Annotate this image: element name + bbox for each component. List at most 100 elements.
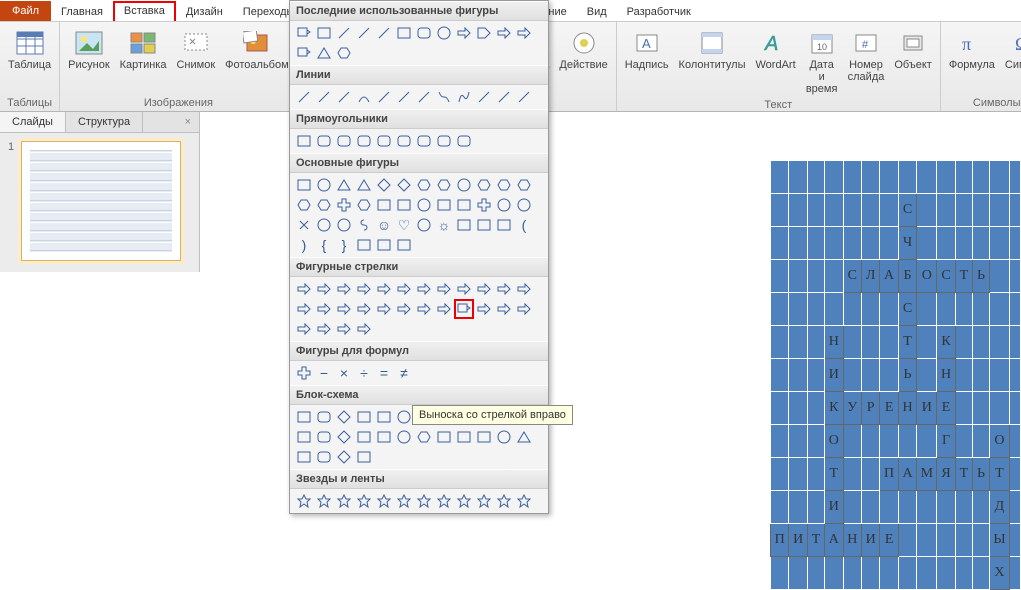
shape-item[interactable] bbox=[334, 299, 354, 319]
shape-item[interactable] bbox=[394, 491, 414, 511]
pane-close[interactable]: × bbox=[177, 112, 199, 132]
shape-item[interactable] bbox=[374, 131, 394, 151]
shape-item[interactable] bbox=[354, 131, 374, 151]
shape-item[interactable] bbox=[414, 215, 434, 235]
shape-item[interactable] bbox=[434, 427, 454, 447]
shape-item[interactable] bbox=[494, 195, 514, 215]
shape-item[interactable] bbox=[294, 195, 314, 215]
shape-item[interactable] bbox=[514, 427, 534, 447]
shape-item[interactable]: = bbox=[374, 363, 394, 383]
shape-item[interactable] bbox=[454, 215, 474, 235]
shape-item[interactable]: ☼ bbox=[434, 215, 454, 235]
shape-item[interactable] bbox=[294, 279, 314, 299]
btn-action[interactable]: Действие bbox=[555, 24, 611, 86]
shape-item[interactable] bbox=[414, 131, 434, 151]
shape-item[interactable] bbox=[414, 279, 434, 299]
pane-tab-outline[interactable]: Структура bbox=[66, 112, 143, 132]
shape-item[interactable] bbox=[474, 87, 494, 107]
shape-item[interactable] bbox=[514, 175, 534, 195]
shape-item[interactable] bbox=[454, 491, 474, 511]
btn-wordart[interactable]: AWordArt bbox=[752, 24, 800, 86]
shape-item[interactable] bbox=[374, 195, 394, 215]
shape-item[interactable] bbox=[374, 299, 394, 319]
shape-item[interactable] bbox=[454, 87, 474, 107]
shape-item[interactable] bbox=[454, 195, 474, 215]
shape-item[interactable] bbox=[474, 215, 494, 235]
shape-item[interactable] bbox=[294, 215, 314, 235]
shape-item[interactable] bbox=[294, 319, 314, 339]
btn-equation[interactable]: πФормула bbox=[945, 24, 999, 86]
btn-screenshot[interactable]: Снимок bbox=[172, 24, 219, 86]
shape-item[interactable] bbox=[294, 175, 314, 195]
shape-item[interactable] bbox=[314, 447, 334, 467]
shape-item[interactable] bbox=[394, 427, 414, 447]
tab-file[interactable]: Файл bbox=[0, 1, 51, 21]
shape-item[interactable] bbox=[354, 279, 374, 299]
shape-item[interactable] bbox=[454, 299, 474, 319]
shape-item[interactable] bbox=[334, 279, 354, 299]
shape-item[interactable] bbox=[374, 235, 394, 255]
shape-item[interactable] bbox=[494, 279, 514, 299]
shape-item[interactable] bbox=[294, 491, 314, 511]
shape-item[interactable] bbox=[374, 407, 394, 427]
shape-item[interactable] bbox=[514, 279, 534, 299]
shape-item[interactable] bbox=[374, 23, 394, 43]
shape-item[interactable] bbox=[334, 215, 354, 235]
shape-item[interactable] bbox=[314, 299, 334, 319]
shape-item[interactable] bbox=[474, 195, 494, 215]
shape-item[interactable]: ÷ bbox=[354, 363, 374, 383]
shape-item[interactable] bbox=[314, 215, 334, 235]
shape-item[interactable] bbox=[354, 407, 374, 427]
btn-slidenum[interactable]: #Номер слайда bbox=[844, 24, 889, 86]
shape-item[interactable]: } bbox=[334, 235, 354, 255]
shape-item[interactable] bbox=[294, 363, 314, 383]
shape-item[interactable] bbox=[374, 427, 394, 447]
shape-item[interactable] bbox=[334, 407, 354, 427]
shape-item[interactable] bbox=[334, 491, 354, 511]
shape-item[interactable] bbox=[394, 23, 414, 43]
shape-item[interactable] bbox=[334, 447, 354, 467]
shape-item[interactable] bbox=[334, 87, 354, 107]
tab-home[interactable]: Главная bbox=[51, 3, 113, 21]
shape-item[interactable] bbox=[494, 175, 514, 195]
shape-item[interactable] bbox=[514, 195, 534, 215]
shape-item[interactable] bbox=[434, 195, 454, 215]
shape-item[interactable] bbox=[354, 235, 374, 255]
shape-item[interactable]: ≠ bbox=[394, 363, 414, 383]
shape-item[interactable] bbox=[474, 175, 494, 195]
shape-item[interactable] bbox=[394, 175, 414, 195]
tab-view[interactable]: Вид bbox=[577, 3, 617, 21]
shape-item[interactable] bbox=[314, 319, 334, 339]
shape-item[interactable]: ( bbox=[514, 215, 534, 235]
shape-item[interactable] bbox=[334, 175, 354, 195]
shape-item[interactable]: { bbox=[314, 235, 334, 255]
shape-item[interactable] bbox=[354, 23, 374, 43]
shape-item[interactable] bbox=[494, 427, 514, 447]
shape-item[interactable] bbox=[454, 131, 474, 151]
shape-item[interactable] bbox=[454, 175, 474, 195]
shape-item[interactable] bbox=[394, 299, 414, 319]
slide-thumbnail-1[interactable] bbox=[21, 141, 181, 261]
btn-textbox[interactable]: AНадпись bbox=[621, 24, 673, 86]
btn-album[interactable]: Фотоальбом bbox=[221, 24, 293, 86]
shape-item[interactable] bbox=[494, 215, 514, 235]
shape-item[interactable] bbox=[354, 447, 374, 467]
shape-item[interactable] bbox=[394, 87, 414, 107]
pane-tab-slides[interactable]: Слайды bbox=[0, 112, 66, 132]
shape-item[interactable] bbox=[514, 491, 534, 511]
btn-table[interactable]: Таблица bbox=[4, 24, 55, 86]
shape-item[interactable] bbox=[334, 195, 354, 215]
shape-item[interactable] bbox=[474, 427, 494, 447]
shape-item[interactable] bbox=[494, 299, 514, 319]
shape-item[interactable] bbox=[394, 279, 414, 299]
shape-item[interactable] bbox=[394, 195, 414, 215]
shape-item[interactable] bbox=[414, 87, 434, 107]
shape-item[interactable]: − bbox=[314, 363, 334, 383]
shape-item[interactable] bbox=[414, 491, 434, 511]
shape-item[interactable] bbox=[394, 235, 414, 255]
shape-item[interactable] bbox=[354, 215, 374, 235]
shape-item[interactable] bbox=[314, 175, 334, 195]
shape-item[interactable] bbox=[414, 299, 434, 319]
shape-item[interactable] bbox=[434, 491, 454, 511]
tab-design[interactable]: Дизайн bbox=[176, 3, 233, 21]
